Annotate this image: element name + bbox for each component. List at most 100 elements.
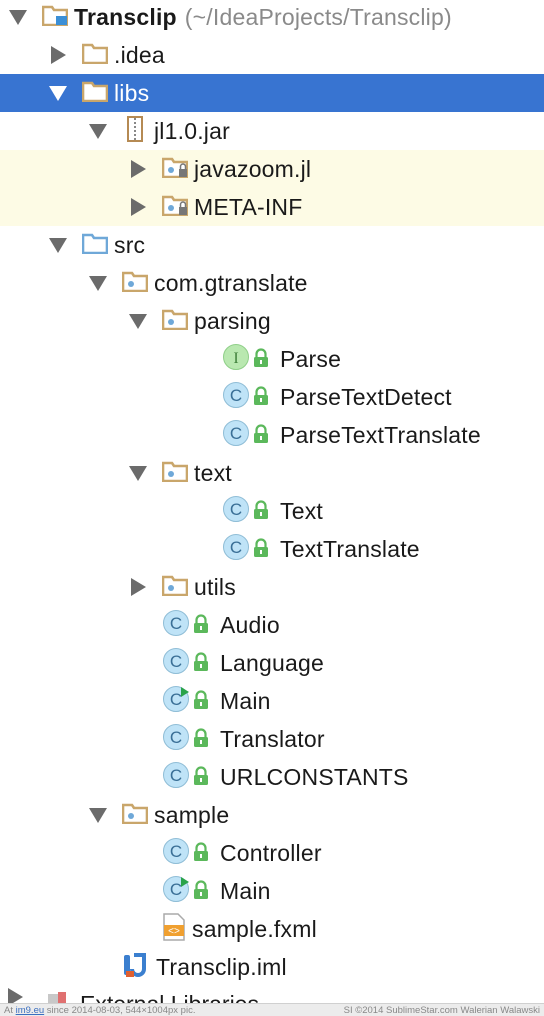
lock-icon bbox=[192, 879, 210, 905]
tree-item-label: com.gtranslate bbox=[154, 269, 308, 296]
iml-file-icon bbox=[122, 951, 150, 984]
class-icon: C bbox=[222, 533, 250, 566]
class-icon: C bbox=[162, 609, 190, 642]
tree-item-text[interactable]: C Text bbox=[0, 492, 544, 530]
footer-source: At im9.eu since 2014-08-03, 544×1004px p… bbox=[4, 1004, 196, 1016]
tree-item-label: Main bbox=[220, 687, 271, 714]
class-icon: C bbox=[222, 495, 250, 528]
tree-item-controller[interactable]: C Controller bbox=[0, 834, 544, 872]
lock-icon bbox=[252, 423, 270, 449]
interface-icon: I bbox=[222, 343, 250, 376]
tree-item-label: javazoom.jl bbox=[194, 155, 312, 182]
tree-item-javazoom-jl[interactable]: javazoom.jl bbox=[0, 150, 544, 188]
tree-item-label: jl1.0.jar bbox=[154, 117, 230, 144]
lock-icon bbox=[252, 499, 270, 525]
tree-item-label: sample bbox=[154, 801, 230, 828]
svg-text:C: C bbox=[170, 880, 182, 899]
svg-text:C: C bbox=[230, 424, 242, 443]
package-icon bbox=[161, 460, 189, 487]
tree-item-transclip[interactable]: Transclip (~/IdeaProjects/Transclip) bbox=[0, 0, 544, 36]
tree-item-utils[interactable]: utils bbox=[0, 568, 544, 606]
tree-item-label: Audio bbox=[220, 611, 280, 638]
class-icon: C bbox=[162, 837, 190, 870]
tree-item-parsetexttranslate[interactable]: C ParseTextTranslate bbox=[0, 416, 544, 454]
expand-arrow-icon[interactable] bbox=[128, 197, 148, 217]
tree-item-libs[interactable]: libs bbox=[0, 74, 544, 112]
tree-item-label: ParseTextDetect bbox=[280, 383, 452, 410]
tree-item-main[interactable]: C Main bbox=[0, 682, 544, 720]
class-icon: C bbox=[162, 761, 190, 794]
tree-item-texttranslate[interactable]: C TextTranslate bbox=[0, 530, 544, 568]
lock-icon bbox=[252, 347, 270, 373]
tree-item-label: .idea bbox=[114, 41, 165, 68]
svg-text:I: I bbox=[233, 350, 238, 367]
expand-arrow-icon[interactable] bbox=[128, 577, 148, 597]
lock-icon bbox=[252, 537, 270, 563]
tree-item-src[interactable]: src bbox=[0, 226, 544, 264]
svg-text:C: C bbox=[230, 538, 242, 557]
runnable-class-icon: C bbox=[162, 685, 190, 718]
expand-arrow-icon[interactable] bbox=[8, 988, 28, 1004]
collapse-arrow-icon[interactable] bbox=[128, 463, 148, 483]
tree-item-parsetextdetect[interactable]: C ParseTextDetect bbox=[0, 378, 544, 416]
tree-item-jl1-0-jar[interactable]: jl1.0.jar bbox=[0, 112, 544, 150]
svg-text:C: C bbox=[170, 842, 182, 861]
tree-item-parse[interactable]: I Parse bbox=[0, 340, 544, 378]
tree-item-sample-fxml[interactable]: <> sample.fxml bbox=[0, 910, 544, 948]
tree-item-sample[interactable]: sample bbox=[0, 796, 544, 834]
tree-item-audio[interactable]: C Audio bbox=[0, 606, 544, 644]
collapse-arrow-icon[interactable] bbox=[88, 273, 108, 293]
collapse-arrow-icon[interactable] bbox=[8, 7, 28, 27]
lock-icon bbox=[192, 727, 210, 753]
svg-text:C: C bbox=[170, 614, 182, 633]
tree-item-translator[interactable]: C Translator bbox=[0, 720, 544, 758]
tree-item-parsing[interactable]: parsing bbox=[0, 302, 544, 340]
tree-item-meta-inf[interactable]: META-INF bbox=[0, 188, 544, 226]
collapse-arrow-icon[interactable] bbox=[88, 121, 108, 141]
tree-item-label: text bbox=[194, 459, 232, 486]
svg-text:C: C bbox=[170, 728, 182, 747]
tree-item-label: parsing bbox=[194, 307, 271, 334]
tree-item-idea[interactable]: .idea bbox=[0, 36, 544, 74]
expand-arrow-icon[interactable] bbox=[128, 159, 148, 179]
footer-link[interactable]: im9.eu bbox=[16, 1005, 45, 1016]
collapse-arrow-icon[interactable] bbox=[48, 235, 68, 255]
lock-icon bbox=[192, 841, 210, 867]
runnable-class-icon: C bbox=[162, 875, 190, 908]
lock-icon bbox=[192, 765, 210, 791]
package-locked-icon bbox=[161, 194, 189, 221]
lock-icon bbox=[192, 689, 210, 715]
tree-item-language[interactable]: C Language bbox=[0, 644, 544, 682]
tree-item-label: ParseTextTranslate bbox=[280, 421, 481, 448]
tree-item-urlconstants[interactable]: C URLCONSTANTS bbox=[0, 758, 544, 796]
source-folder-icon bbox=[81, 232, 109, 259]
folder-icon bbox=[81, 80, 109, 107]
tree-item-label: Main bbox=[220, 877, 271, 904]
tree-item-text[interactable]: text bbox=[0, 454, 544, 492]
package-locked-icon bbox=[161, 156, 189, 183]
tree-item-com-gtranslate[interactable]: com.gtranslate bbox=[0, 264, 544, 302]
tree-item-main[interactable]: C Main bbox=[0, 872, 544, 910]
tree-item-label: Parse bbox=[280, 345, 342, 372]
tree-item-transclip-iml[interactable]: Transclip.iml bbox=[0, 948, 544, 986]
expand-arrow-icon[interactable] bbox=[48, 45, 68, 65]
tree-item-label: META-INF bbox=[194, 193, 303, 220]
package-icon bbox=[161, 574, 189, 601]
lock-icon bbox=[192, 651, 210, 677]
tree-item-label: utils bbox=[194, 573, 236, 600]
tree-item-label: Language bbox=[220, 649, 324, 676]
collapse-arrow-icon[interactable] bbox=[48, 83, 68, 103]
svg-text:C: C bbox=[230, 386, 242, 405]
class-icon: C bbox=[162, 647, 190, 680]
class-icon: C bbox=[162, 723, 190, 756]
package-icon bbox=[161, 308, 189, 335]
class-icon: C bbox=[222, 381, 250, 414]
package-icon bbox=[121, 270, 149, 297]
svg-text:C: C bbox=[170, 690, 182, 709]
collapse-arrow-icon[interactable] bbox=[128, 311, 148, 331]
fxml-file-icon: <> bbox=[162, 912, 186, 946]
package-icon bbox=[121, 802, 149, 829]
svg-text:<>: <> bbox=[168, 926, 180, 937]
tree-item-external-libraries[interactable]: External Libraries bbox=[0, 988, 544, 1004]
collapse-arrow-icon[interactable] bbox=[88, 805, 108, 825]
